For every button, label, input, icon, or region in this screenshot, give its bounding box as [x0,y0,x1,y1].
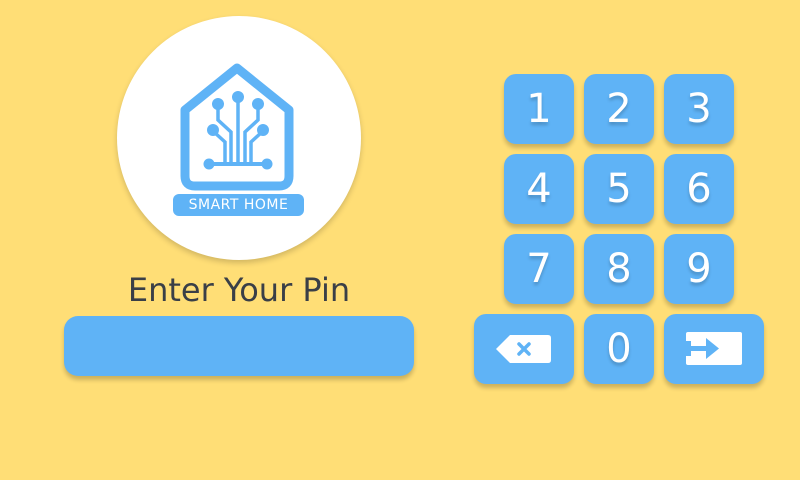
key-3[interactable]: 3 [664,74,734,144]
key-6-label: 6 [686,166,712,212]
key-4-label: 4 [526,166,552,212]
key-0[interactable]: 0 [584,314,654,384]
key-7[interactable]: 7 [504,234,574,304]
key-5-label: 5 [606,166,632,212]
key-5[interactable]: 5 [584,154,654,224]
enter-arrow-icon [686,332,742,365]
key-9-label: 9 [686,246,712,292]
key-8-label: 8 [606,246,632,292]
circuit-house-icon [180,63,294,191]
pin-input[interactable] [64,316,414,376]
key-1-label: 1 [526,86,552,132]
brand-label: SMART HOME [173,194,304,216]
key-8[interactable]: 8 [584,234,654,304]
key-1[interactable]: 1 [504,74,574,144]
key-9[interactable]: 9 [664,234,734,304]
key-7-label: 7 [526,246,552,292]
key-3-label: 3 [686,86,712,132]
backspace-icon [496,335,551,363]
key-4[interactable]: 4 [504,154,574,224]
backspace-button[interactable] [474,314,574,384]
key-6[interactable]: 6 [664,154,734,224]
submit-button[interactable] [664,314,764,384]
key-2[interactable]: 2 [584,74,654,144]
key-2-label: 2 [606,86,632,132]
key-0-label: 0 [606,326,632,372]
smart-home-logo: SMART HOME [117,16,361,260]
enter-pin-heading: Enter Your Pin [127,271,351,309]
